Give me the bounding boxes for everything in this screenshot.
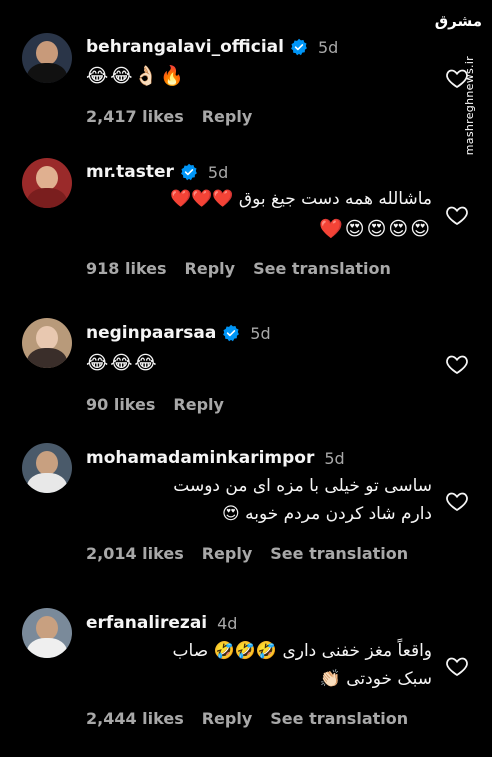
see-translation-button[interactable]: See translation (253, 259, 391, 278)
avatar[interactable] (22, 158, 72, 208)
heart-icon[interactable] (444, 489, 470, 513)
avatar[interactable] (22, 443, 72, 493)
comment-time: 4d (217, 613, 238, 633)
comment-text: دارم شاد کردن مردم خوبه 😍 (221, 504, 432, 524)
comment-text: 😂😂👌🏻🔥 (86, 65, 186, 87)
avatar[interactable] (22, 318, 72, 368)
username[interactable]: erfanalirezai (86, 613, 207, 633)
heart-icon[interactable] (444, 654, 470, 678)
reply-button[interactable]: Reply (202, 107, 253, 126)
see-translation-button[interactable]: See translation (270, 709, 408, 728)
reply-button[interactable]: Reply (173, 395, 224, 414)
reply-button[interactable]: Reply (202, 709, 253, 728)
username[interactable]: behrangalavi_official (86, 37, 284, 57)
heart-icon[interactable] (444, 66, 470, 90)
comment-text: سبک خودتی 👏🏻 (319, 669, 432, 689)
comment-time: 5d (317, 37, 339, 57)
comment-actions: 2,417 likes Reply (86, 107, 252, 126)
watermark-logo: مشرق (434, 12, 482, 30)
verified-badge-icon (181, 163, 197, 181)
likes-count[interactable]: 2,014 likes (86, 544, 184, 563)
heart-icon[interactable] (444, 203, 470, 227)
verified-badge-icon (291, 38, 307, 56)
username[interactable]: mohamadaminkarimpor (86, 448, 314, 468)
verified-badge-icon (223, 324, 240, 342)
likes-count[interactable]: 2,444 likes (86, 709, 184, 728)
comment-text: ماشالله همه دست جیغ بوق ❤️❤️❤️ (170, 189, 432, 209)
likes-count[interactable]: 90 likes (86, 395, 155, 414)
comment-time: 5d (250, 323, 271, 343)
reply-button[interactable]: Reply (185, 259, 236, 278)
comment-text: 😂😂😂 (86, 352, 159, 374)
comment-actions: 90 likes Reply (86, 395, 224, 414)
comment-text: ساسی تو خیلی با مزه ای من دوست (173, 476, 432, 496)
reply-button[interactable]: Reply (202, 544, 253, 563)
comment-time: 5d (324, 448, 345, 468)
username[interactable]: mr.taster (86, 162, 174, 182)
heart-icon[interactable] (444, 352, 470, 376)
comment-actions: 2,014 likes Reply See translation (86, 544, 408, 563)
likes-count[interactable]: 918 likes (86, 259, 167, 278)
comment-text: واقعاً مغز خفنی داری 🤣🤣🤣 صاب (172, 641, 432, 661)
comment-actions: 2,444 likes Reply See translation (86, 709, 408, 728)
comment-time: 5d (207, 162, 229, 182)
avatar[interactable] (22, 608, 72, 658)
avatar[interactable] (22, 33, 72, 83)
comment-text: 😍😍😍😍❤️ (319, 218, 432, 240)
see-translation-button[interactable]: See translation (270, 544, 408, 563)
likes-count[interactable]: 2,417 likes (86, 107, 184, 126)
comment-actions: 918 likes Reply See translation (86, 259, 391, 278)
username[interactable]: neginpaarsaa (86, 323, 216, 343)
